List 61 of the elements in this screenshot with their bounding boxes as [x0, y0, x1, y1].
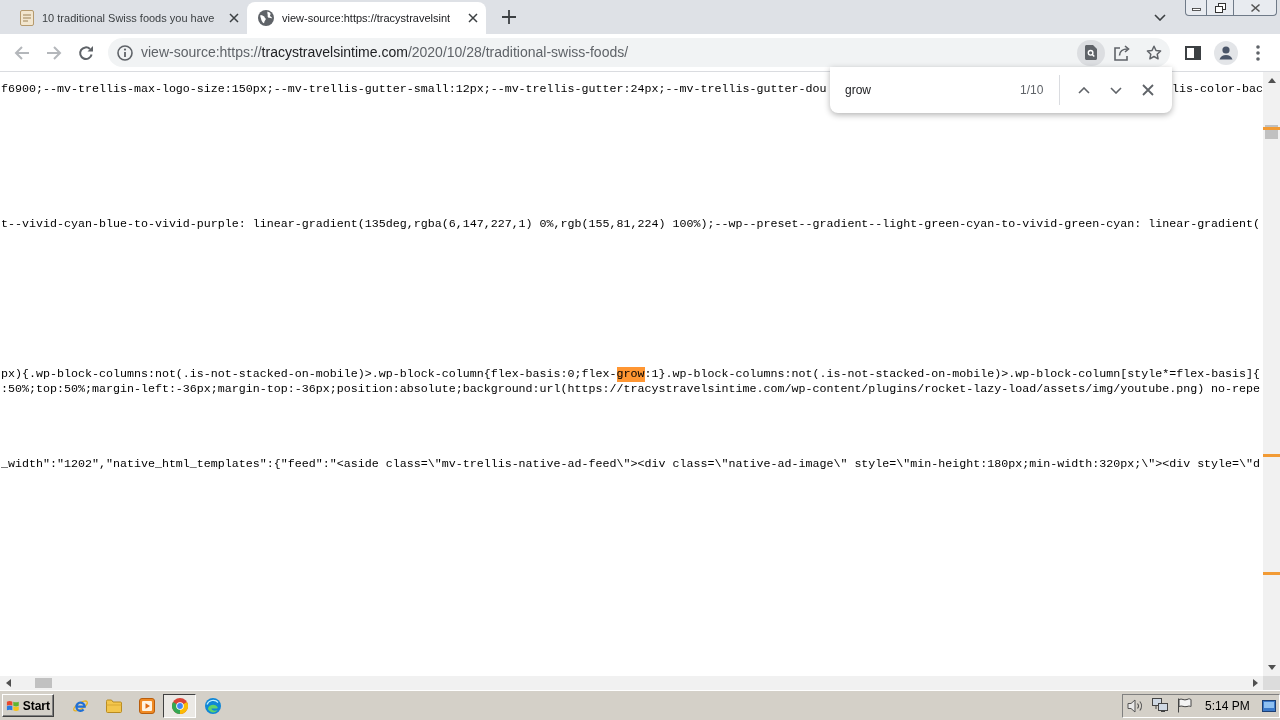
minimize-button[interactable]	[1185, 0, 1207, 16]
restore-button[interactable]	[1207, 0, 1234, 16]
close-icon[interactable]	[468, 13, 478, 23]
scroll-down-arrow-icon[interactable]	[1267, 665, 1276, 670]
vertical-scrollbar[interactable]	[1263, 72, 1280, 676]
chevron-down-icon[interactable]	[1154, 13, 1166, 21]
globe-icon	[258, 10, 274, 26]
url-text: view-source:https://tracystravelsintime.com/2020/10/28/traditional-swiss-foods/	[141, 43, 629, 62]
restore-icon	[1214, 2, 1226, 13]
match-count: 1/10	[1020, 82, 1044, 99]
browser-tab[interactable]: 10 traditional Swiss foods you have	[8, 2, 247, 34]
network-icon[interactable]	[1152, 698, 1168, 713]
scroll-left-arrow-icon[interactable]	[6, 679, 11, 687]
close-icon[interactable]	[1142, 84, 1155, 96]
scroll-up-arrow-icon[interactable]	[1267, 78, 1276, 83]
wave-logo-icon	[204, 697, 221, 714]
kebab-menu-icon[interactable]	[1256, 44, 1260, 61]
browser-tab[interactable]: view-source:https://tracystravelsint	[247, 2, 486, 34]
chevron-up-icon[interactable]	[1078, 86, 1091, 94]
source-text: f6900;--mv-trellis-max-logo-size:150px;--mv-trellis-gutter-small:12px;--mv-trellis-gutter:24px;--mv-trellis-gutter-dou	[1, 82, 827, 97]
close-icon[interactable]	[229, 13, 239, 23]
profile-avatar-icon[interactable]	[1214, 40, 1238, 65]
source-text: :50%;top:50%;margin-left:-36px;margin-top:-36px;position:absolute;background:url(https://tracystravelsintime.com/wp-content/plugins/rocket-lazy-load/assets/img/youtube.png) no-repe	[1, 382, 1261, 397]
side-panel-icon[interactable]	[1185, 45, 1201, 60]
round-logo-icon	[171, 697, 188, 714]
chevron-down-icon[interactable]	[1110, 86, 1123, 94]
reload-icon[interactable]	[78, 44, 94, 61]
speaker-icon[interactable]	[1127, 698, 1143, 713]
scrollbar-thumb[interactable]	[1265, 125, 1278, 139]
source-text: px){.wp-block-columns:not(.is-not-stacked-on-mobile)>.wp-block-column{flex-basis:0;flex-	[1, 367, 617, 382]
folder-icon	[105, 698, 122, 713]
address-bar[interactable]: view-source:https://tracystravelsintime.com/2020/10/28/traditional-swiss-foods/	[108, 38, 1170, 67]
scrollbar-corner	[1263, 676, 1280, 690]
horizontal-scrollbar[interactable]	[0, 676, 1263, 690]
windows-flag-icon	[6, 698, 20, 713]
e-logo-icon	[72, 697, 89, 714]
info-icon[interactable]	[117, 44, 133, 61]
find-match-marker	[1263, 454, 1280, 457]
clock[interactable]: 5:14 PM	[1205, 696, 1250, 715]
source-text: t--vivid-cyan-blue-to-vivid-purple: linear-gradient(135deg,rgba(6,147,227,1) 0%,rgb(155,81,224) 100%);--wp--preset--gradient--light-green-cyan-to-vivid-green-cyan: linear-gradient(	[1, 217, 1261, 232]
source-text: _width":"1202","native_html_templates":{"feed":"<aside class=\"mv-trellis-native-ad-feed\"><div class=\"native-ad-image\" style=\"min-height:180px;min-width:320px;\"><div style=\"d	[1, 457, 1261, 472]
page-search-icon	[1085, 45, 1097, 60]
star-icon[interactable]	[1146, 44, 1162, 61]
scrollbar-thumb[interactable]	[35, 678, 52, 688]
minimize-icon	[1191, 8, 1201, 11]
share-icon[interactable]	[1114, 44, 1130, 61]
find-match-marker	[1263, 572, 1280, 575]
plus-icon[interactable]	[502, 10, 516, 24]
search-match: grow	[616, 367, 645, 382]
start-button[interactable]: Start	[2, 694, 54, 717]
taskbar-button[interactable]	[163, 693, 196, 718]
find-in-page-button[interactable]	[1077, 39, 1105, 66]
find-field[interactable]: grow	[845, 78, 1010, 102]
flag-icon[interactable]	[1177, 698, 1192, 713]
close-button[interactable]	[1234, 0, 1277, 16]
play-icon	[138, 697, 155, 714]
source-text: lis-color-bac	[1172, 82, 1263, 97]
show-desktop-icon[interactable]	[1262, 699, 1276, 712]
scroll-right-arrow-icon[interactable]	[1253, 679, 1258, 687]
document-icon	[20, 10, 34, 26]
close-icon	[1249, 2, 1261, 13]
